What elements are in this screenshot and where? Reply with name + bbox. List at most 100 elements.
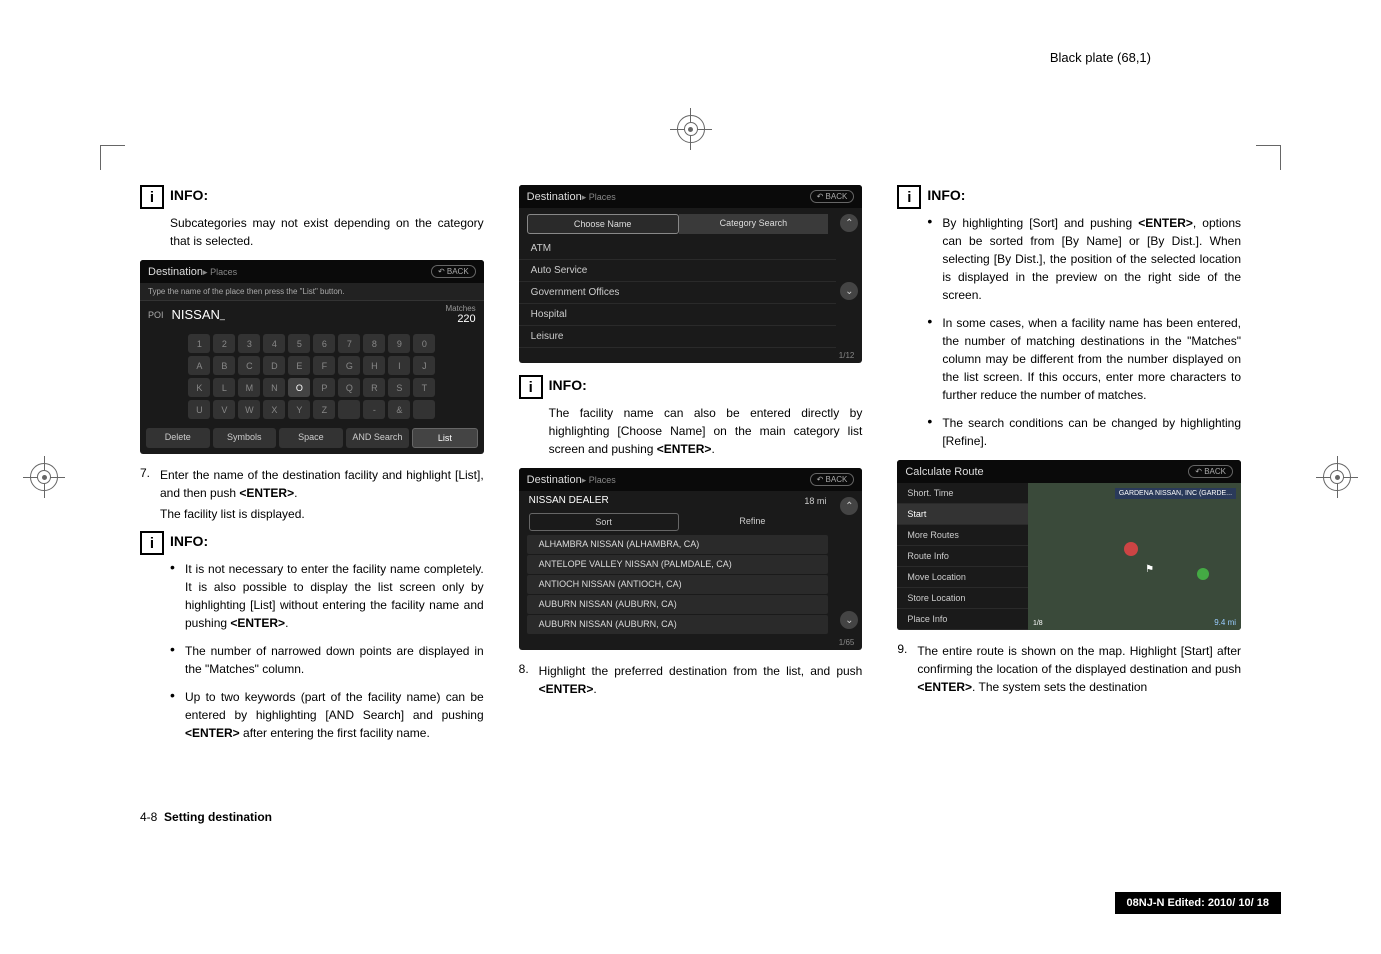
matches-count: 220 (445, 313, 475, 325)
enter-key: <ENTER> (1138, 216, 1193, 230)
page-indicator: 1/65 (519, 635, 863, 650)
map-scale: 1/8 (1033, 620, 1043, 627)
cat-item: ATM (519, 238, 837, 260)
sort-button: Sort (529, 513, 679, 531)
map-preview: GARDENA NISSAN, INC (GARDE... ⚑ 1/8 9.4 … (1028, 483, 1241, 630)
step-text: The entire route is shown on the map. Hi… (917, 644, 1241, 676)
tab-choose-name: Choose Name (527, 214, 679, 234)
cat-item: Leisure (519, 326, 837, 348)
calc-menu: Short. Time Start More Routes Route Info… (897, 483, 1028, 630)
bullet-text: Up to two keywords (part of the facility… (185, 690, 484, 722)
page-title: Setting destination (164, 810, 272, 824)
bullet-icon: • (170, 642, 185, 678)
enter-key: <ENTER> (539, 682, 594, 696)
screenshot-results: Destination▸ Places ↶ BACK NISSAN DEALER… (519, 468, 863, 650)
page-number: 4-8 (140, 810, 157, 824)
info-icon: i (140, 185, 164, 209)
info-label: INFO: (170, 187, 208, 203)
info-icon: i (519, 375, 543, 399)
kb-space: Space (279, 428, 343, 448)
menu-route-info: Route Info (897, 546, 1028, 567)
refine-button: Refine (679, 513, 827, 531)
step-num: 9. (897, 642, 917, 696)
ss-title: Destination (527, 191, 582, 203)
back-button: ↶ BACK (810, 473, 855, 486)
poi-input: NISSAN (172, 307, 220, 322)
menu-place-info: Place Info (897, 609, 1028, 630)
info-box-4: i INFO: (897, 185, 1241, 209)
scroll-down-icon: ⌄ (840, 282, 858, 300)
cursor: _ (220, 310, 225, 320)
menu-more-routes: More Routes (897, 525, 1028, 546)
column-1: i INFO: Subcategories may not exist depe… (140, 185, 484, 752)
result-item: ANTELOPE VALLEY NISSAN (PALMDALE, CA) (527, 555, 829, 574)
bullet-end: . (285, 616, 288, 630)
ss-title: Destination (148, 266, 203, 278)
step-end: . The system sets the destination (972, 680, 1147, 694)
tab-category-search: Category Search (679, 214, 829, 234)
info-box-2: i INFO: (140, 531, 484, 555)
ss-instruction: Type the name of the place then press th… (140, 283, 484, 301)
back-button: ↶ BACK (810, 190, 855, 203)
screenshot-calculate-route: Calculate Route ↶ BACK Short. Time Start… (897, 460, 1241, 630)
scroll-up-icon: ⌃ (840, 497, 858, 515)
bullet-list-2: •By highlighting [Sort] and pushing <ENT… (927, 214, 1241, 450)
step-text: Enter the name of the destination facili… (160, 468, 484, 500)
ss-subtitle: ▸ Places (582, 192, 616, 202)
cat-item: Hospital (519, 304, 837, 326)
ss-subtitle: ▸ Places (582, 475, 616, 485)
step-text-2: The facility list is displayed. (160, 505, 484, 523)
content-area: i INFO: Subcategories may not exist depe… (140, 185, 1241, 752)
bullet-icon: • (927, 414, 942, 450)
info-label: INFO: (170, 533, 208, 549)
kb-delete: Delete (146, 428, 210, 448)
menu-move-location: Move Location (897, 567, 1028, 588)
bullet-icon: • (927, 314, 942, 404)
step-end: . (294, 486, 297, 500)
step-num: 7. (140, 466, 160, 523)
step-text: Highlight the preferred destination from… (539, 664, 863, 678)
info-box-1: i INFO: (140, 185, 484, 209)
kb-symbols: Symbols (213, 428, 277, 448)
info-label: INFO: (549, 377, 587, 393)
bullet-text: In some cases, when a facility name has … (942, 314, 1241, 404)
column-3: i INFO: •By highlighting [Sort] and push… (897, 185, 1241, 752)
corner-mark-tl (100, 145, 125, 170)
bullet-text: The number of narrowed down points are d… (185, 642, 484, 678)
result-item: ALHAMBRA NISSAN (ALHAMBRA, CA) (527, 535, 829, 554)
enter-key: <ENTER> (185, 726, 240, 740)
step-7: 7. Enter the name of the destination fac… (140, 466, 484, 523)
result-name: NISSAN DEALER (529, 495, 609, 506)
result-dist: 18 mi (804, 496, 826, 506)
bullet-text: The search conditions can be changed by … (942, 414, 1241, 450)
step-9: 9. The entire route is shown on the map.… (897, 642, 1241, 696)
map-marker-icon (1197, 568, 1209, 580)
bullet-end: after entering the first facility name. (240, 726, 430, 740)
page-indicator: 1/12 (519, 348, 863, 363)
back-button: ↶ BACK (431, 265, 476, 278)
back-button: ↶ BACK (1188, 465, 1233, 478)
ss-title: Destination (527, 474, 582, 486)
info-text-3: The facility name can also be entered di… (549, 404, 863, 458)
info-icon: i (140, 531, 164, 555)
result-item: ANTIOCH NISSAN (ANTIOCH, CA) (527, 575, 829, 594)
scroll-down-icon: ⌄ (840, 611, 858, 629)
bullet-list-1: •It is not necessary to enter the facili… (170, 560, 484, 742)
matches-label: Matches (445, 304, 475, 313)
info-icon: i (897, 185, 921, 209)
corner-mark-tr (1256, 145, 1281, 170)
crop-mark-top (677, 115, 705, 143)
scroll-up-icon: ⌃ (840, 214, 858, 232)
ss-subtitle: ▸ Places (203, 267, 237, 277)
plate-header: Black plate (68,1) (1050, 50, 1151, 65)
enter-key: <ENTER> (917, 680, 972, 694)
map-label: GARDENA NISSAN, INC (GARDE... (1115, 488, 1236, 499)
info-box-3: i INFO: (519, 375, 863, 399)
result-item: AUBURN NISSAN (AUBURN, CA) (527, 595, 829, 614)
kb-and-search: AND Search (346, 428, 410, 448)
column-2: Destination▸ Places ↶ BACK Choose Name C… (519, 185, 863, 752)
screenshot-keyboard: Destination▸ Places ↶ BACK Type the name… (140, 260, 484, 454)
info-label: INFO: (927, 187, 965, 203)
crop-mark-left (30, 463, 58, 491)
enter-key: <ENTER> (230, 616, 285, 630)
